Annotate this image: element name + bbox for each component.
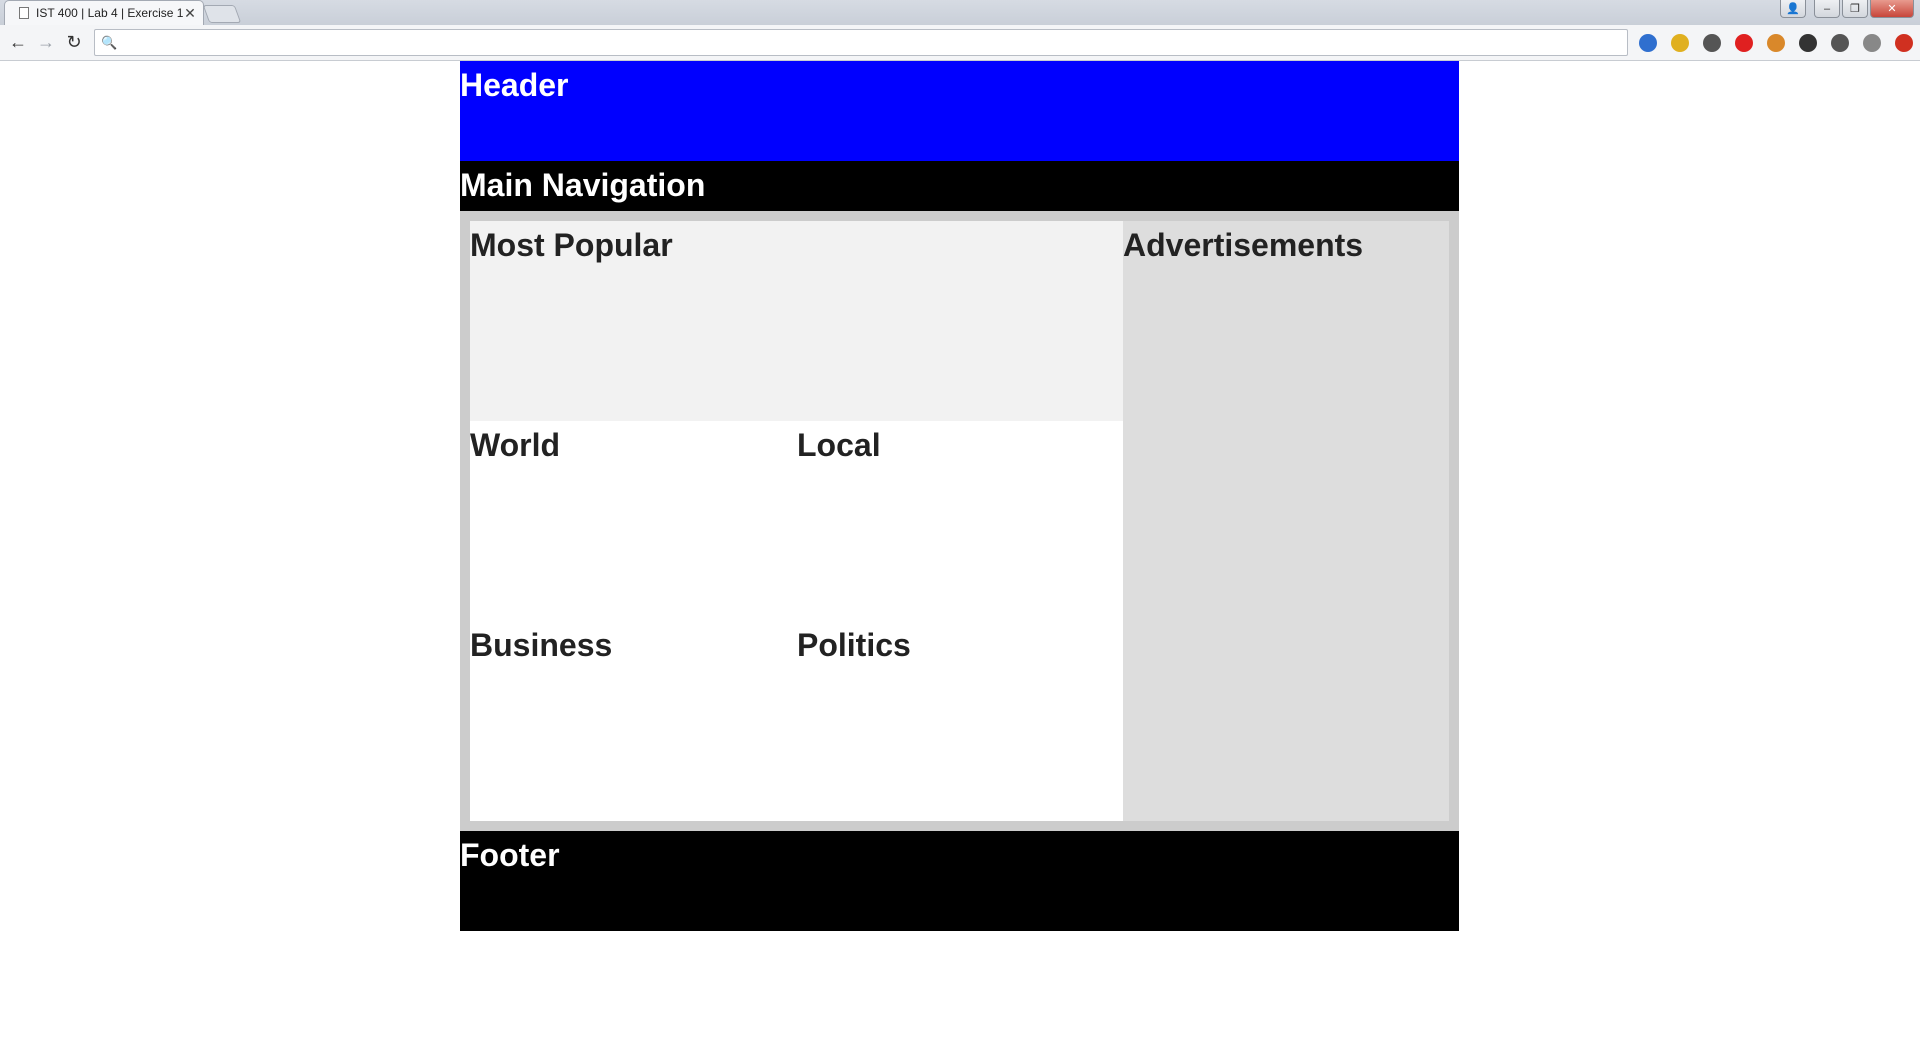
politics-block: Politics [797, 621, 1123, 821]
eyedropper-icon-shape [1703, 34, 1721, 52]
header-block: Header [460, 61, 1459, 161]
clock-icon[interactable] [1860, 31, 1884, 55]
extensions-bar [1636, 31, 1916, 55]
cookie-icon[interactable] [1764, 31, 1788, 55]
globe-icon-shape [1639, 34, 1657, 52]
maximize-button[interactable]: ❐ [1842, 0, 1868, 18]
main-navigation-title: Main Navigation [460, 167, 706, 203]
globe-icon[interactable] [1636, 31, 1660, 55]
eyedropper-icon[interactable] [1700, 31, 1724, 55]
advertisements-block: Advertisements [1123, 221, 1449, 821]
header-title: Header [460, 67, 569, 103]
most-popular-title: Most Popular [470, 227, 673, 263]
politics-title: Politics [797, 627, 911, 663]
browser-tab[interactable]: IST 400 | Lab 4 | Exercise 1 ✕ [4, 0, 204, 25]
browser-toolbar: ← → ↻ 🔍 [0, 25, 1920, 61]
window-controls: 👤 – ❐ ✕ [1780, 0, 1914, 19]
check-icon-shape [1831, 34, 1849, 52]
close-window-button[interactable]: ✕ [1870, 0, 1914, 18]
business-block: Business [470, 621, 797, 821]
local-block: Local [797, 421, 1123, 621]
menu-icon[interactable] [1892, 31, 1916, 55]
user-profile-button[interactable]: 👤 [1780, 0, 1806, 18]
mail-icon[interactable] [1668, 31, 1692, 55]
page-layout: Header Main Navigation Most Popular Worl… [460, 61, 1459, 931]
cookie-icon-shape [1767, 34, 1785, 52]
minimize-button[interactable]: – [1814, 0, 1840, 18]
check-icon[interactable] [1828, 31, 1852, 55]
address-input[interactable] [123, 31, 1627, 54]
most-popular-block: Most Popular [470, 221, 1123, 421]
tab-title: IST 400 | Lab 4 | Exercise 1 [36, 6, 183, 20]
content-area: Most Popular World Local Business Politi… [460, 211, 1459, 831]
main-navigation-block: Main Navigation [460, 161, 1459, 211]
play-icon[interactable] [1732, 31, 1756, 55]
wordpress-icon[interactable] [1796, 31, 1820, 55]
world-title: World [470, 427, 561, 463]
back-button[interactable]: ← [4, 29, 32, 57]
menu-icon-shape [1895, 34, 1913, 52]
search-icon: 🔍 [101, 34, 118, 50]
world-block: World [470, 421, 797, 621]
page-icon [19, 7, 29, 19]
mail-icon-shape [1671, 34, 1689, 52]
local-title: Local [797, 427, 881, 463]
tab-close-icon[interactable]: ✕ [183, 5, 197, 22]
forward-button[interactable]: → [32, 29, 60, 57]
business-title: Business [470, 627, 613, 663]
play-icon-shape [1735, 34, 1753, 52]
new-tab-button[interactable] [202, 5, 242, 23]
address-bar[interactable]: 🔍 [94, 29, 1628, 56]
advertisements-title: Advertisements [1123, 227, 1364, 263]
clock-icon-shape [1863, 34, 1881, 52]
wordpress-icon-shape [1799, 34, 1817, 52]
footer-block: Footer [460, 831, 1459, 931]
browser-titlebar: IST 400 | Lab 4 | Exercise 1 ✕ 👤 – ❐ ✕ [0, 0, 1920, 25]
reload-button[interactable]: ↻ [60, 29, 88, 57]
footer-title: Footer [460, 837, 560, 873]
